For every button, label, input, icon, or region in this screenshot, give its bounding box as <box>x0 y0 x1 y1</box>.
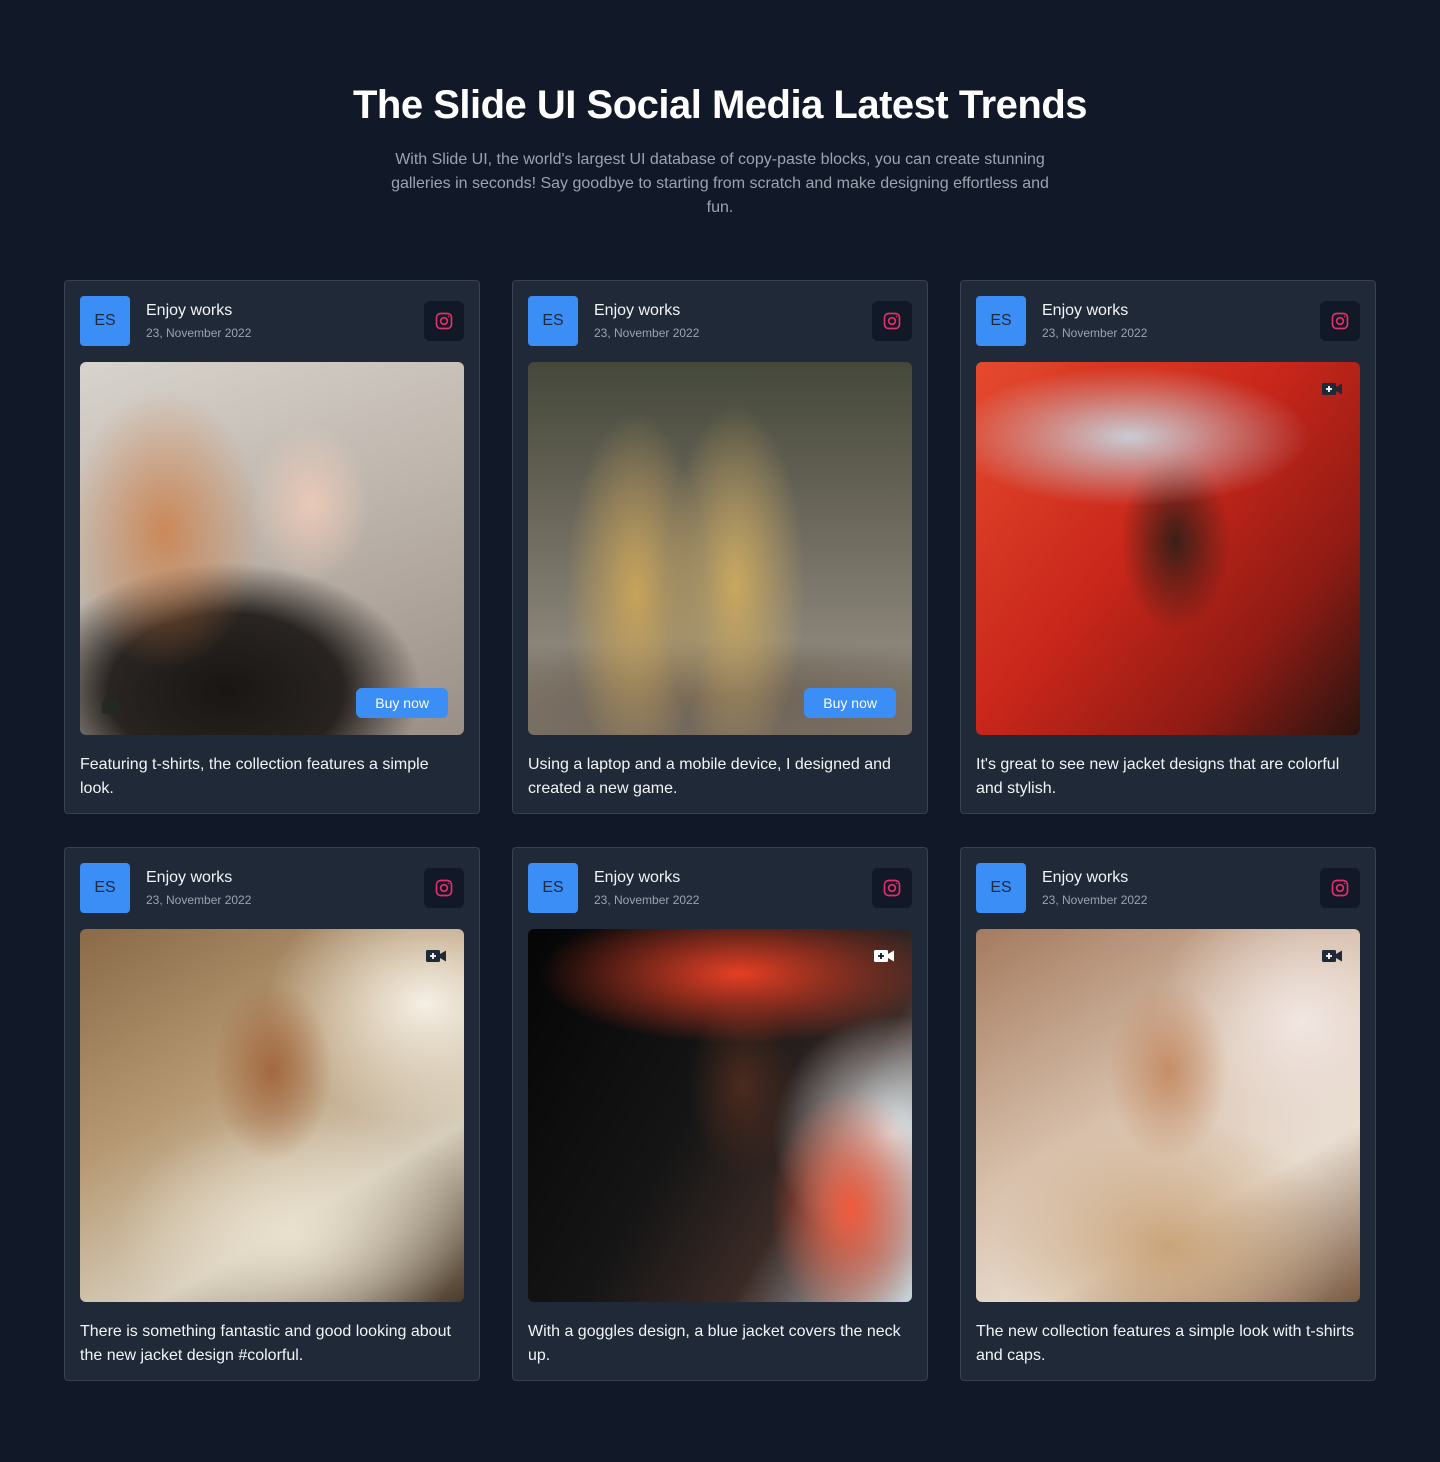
avatar[interactable]: ES <box>80 296 130 346</box>
post-card: ES Enjoy works 23, November 2022 The new… <box>960 847 1376 1381</box>
post-meta: Enjoy works 23, November 2022 <box>146 868 424 908</box>
buy-now-button[interactable]: Buy now <box>356 688 448 718</box>
post-card: ES Enjoy works 23, November 2022 It's gr… <box>960 280 1376 814</box>
post-date: 23, November 2022 <box>1042 326 1148 340</box>
post-header: ES Enjoy works 23, November 2022 <box>976 296 1360 346</box>
instagram-button[interactable] <box>872 301 912 341</box>
page-title: The Slide UI Social Media Latest Trends <box>352 83 1088 127</box>
post-meta: Enjoy works 23, November 2022 <box>146 301 424 341</box>
post-caption: There is something fantastic and good lo… <box>80 1323 451 1364</box>
post-image[interactable]: Buy now <box>528 362 912 735</box>
page-header: The Slide UI Social Media Latest Trends … <box>0 82 1440 220</box>
avatar[interactable]: ES <box>528 863 578 913</box>
post-card: ES Enjoy works 23, November 2022 Buy now… <box>64 280 480 814</box>
video-camera-icon <box>1322 383 1342 395</box>
instagram-button[interactable] <box>1320 868 1360 908</box>
page: The Slide UI Social Media Latest Trends … <box>0 0 1440 1462</box>
post-caption: With a goggles design, a blue jacket cov… <box>528 1323 901 1364</box>
post-date: 23, November 2022 <box>146 893 252 907</box>
instagram-button[interactable] <box>424 301 464 341</box>
post-card: ES Enjoy works 23, November 2022 There i… <box>64 847 480 1381</box>
post-meta: Enjoy works 23, November 2022 <box>594 868 872 908</box>
author-name[interactable]: Enjoy works <box>1042 868 1320 888</box>
author-name[interactable]: Enjoy works <box>1042 301 1320 321</box>
post-caption: Featuring t-shirts, the collection featu… <box>80 756 429 797</box>
instagram-button[interactable] <box>1320 301 1360 341</box>
post-image[interactable]: Buy now <box>80 362 464 735</box>
post-video[interactable] <box>976 362 1360 735</box>
post-meta: Enjoy works 23, November 2022 <box>1042 868 1320 908</box>
post-date: 23, November 2022 <box>594 326 700 340</box>
avatar[interactable]: ES <box>976 863 1026 913</box>
post-header: ES Enjoy works 23, November 2022 <box>976 863 1360 913</box>
post-video[interactable] <box>80 929 464 1302</box>
author-name[interactable]: Enjoy works <box>594 868 872 888</box>
avatar[interactable]: ES <box>80 863 130 913</box>
author-name[interactable]: Enjoy works <box>146 868 424 888</box>
video-camera-icon <box>1322 950 1342 962</box>
instagram-icon <box>1331 312 1349 330</box>
video-camera-icon <box>874 950 894 962</box>
instagram-icon <box>435 312 453 330</box>
post-caption: The new collection features a simple loo… <box>976 1323 1354 1364</box>
author-name[interactable]: Enjoy works <box>146 301 424 321</box>
page-subtitle: With Slide UI, the world's largest UI da… <box>391 151 1049 216</box>
post-video[interactable] <box>528 929 912 1302</box>
avatar[interactable]: ES <box>976 296 1026 346</box>
post-date: 23, November 2022 <box>146 326 252 340</box>
author-name[interactable]: Enjoy works <box>594 301 872 321</box>
buy-now-button[interactable]: Buy now <box>804 688 896 718</box>
post-header: ES Enjoy works 23, November 2022 <box>528 296 912 346</box>
instagram-button[interactable] <box>424 868 464 908</box>
instagram-icon <box>435 879 453 897</box>
post-header: ES Enjoy works 23, November 2022 <box>80 296 464 346</box>
post-date: 23, November 2022 <box>1042 893 1148 907</box>
post-card: ES Enjoy works 23, November 2022 With a … <box>512 847 928 1381</box>
video-camera-icon <box>426 950 446 962</box>
avatar[interactable]: ES <box>528 296 578 346</box>
post-video[interactable] <box>976 929 1360 1302</box>
post-date: 23, November 2022 <box>594 893 700 907</box>
post-meta: Enjoy works 23, November 2022 <box>1042 301 1320 341</box>
post-header: ES Enjoy works 23, November 2022 <box>528 863 912 913</box>
post-grid: ES Enjoy works 23, November 2022 Buy now… <box>64 280 1376 1381</box>
post-meta: Enjoy works 23, November 2022 <box>594 301 872 341</box>
post-card: ES Enjoy works 23, November 2022 Buy now… <box>512 280 928 814</box>
lock-icon <box>102 691 120 714</box>
instagram-icon <box>883 312 901 330</box>
instagram-icon <box>883 879 901 897</box>
post-caption: It's great to see new jacket designs tha… <box>976 756 1340 797</box>
post-header: ES Enjoy works 23, November 2022 <box>80 863 464 913</box>
instagram-button[interactable] <box>872 868 912 908</box>
instagram-icon <box>1331 879 1349 897</box>
post-caption: Using a laptop and a mobile device, I de… <box>528 756 891 797</box>
